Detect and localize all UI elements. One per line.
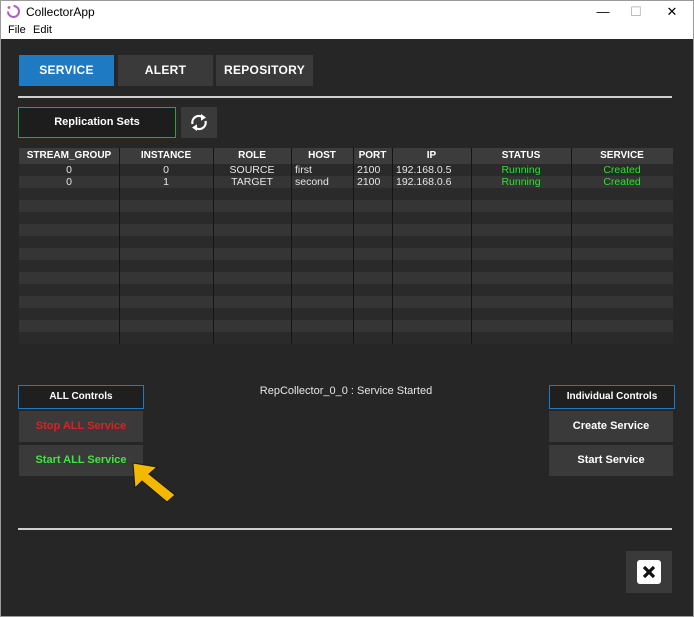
replication-table: STREAM_GROUP INSTANCE ROLE HOST PORT IP STATUS… xyxy=(19,148,673,344)
empty-row[interactable] xyxy=(19,320,673,332)
table-cell: 2100 xyxy=(357,176,381,188)
start-service-button[interactable]: Start Service xyxy=(549,445,673,476)
column-divider xyxy=(291,148,292,344)
table-cell: Running xyxy=(501,176,541,188)
divider-top xyxy=(18,96,672,98)
start-all-service-button[interactable]: Start ALL Service xyxy=(19,445,143,476)
minimize-button[interactable]: — xyxy=(586,3,620,21)
empty-row[interactable] xyxy=(19,248,673,260)
refresh-button[interactable] xyxy=(181,107,217,138)
refresh-icon xyxy=(191,114,207,131)
empty-row[interactable] xyxy=(19,188,673,200)
column-divider xyxy=(392,148,393,344)
table-cell: 192.168.0.5 xyxy=(396,164,452,176)
window-title: CollectorApp xyxy=(26,5,95,19)
table-cell: Running xyxy=(501,164,541,176)
column-divider xyxy=(353,148,354,344)
empty-row[interactable] xyxy=(19,200,673,212)
empty-row[interactable] xyxy=(19,296,673,308)
table-cell: second xyxy=(295,176,329,188)
table-row[interactable]: 0 1 TARGET second 2100 192.168.0.6 Running Crea… xyxy=(19,176,673,188)
column-header[interactable]: STREAM_GROUP xyxy=(19,148,119,164)
table-cell: 1 xyxy=(163,176,169,188)
table-cell: Created xyxy=(603,164,641,176)
empty-row[interactable] xyxy=(19,212,673,224)
menu-bar: File Edit xyxy=(1,23,693,39)
empty-row[interactable] xyxy=(19,236,673,248)
empty-row[interactable] xyxy=(19,260,673,272)
create-service-button[interactable]: Create Service xyxy=(549,411,673,442)
individual-controls-label: Individual Controls xyxy=(549,385,675,409)
column-header[interactable]: PORT xyxy=(353,148,392,164)
title-bar: CollectorApp — ☐ ✕ xyxy=(1,1,693,23)
pointer-arrow-icon xyxy=(132,462,176,503)
table-cell: 0 xyxy=(163,164,169,176)
column-divider xyxy=(571,148,572,344)
table-row[interactable]: 0 0 SOURCE first 2100 192.168.0.5 Running Creat… xyxy=(19,164,673,176)
empty-row[interactable] xyxy=(19,308,673,320)
column-header[interactable]: INSTANCE xyxy=(119,148,213,164)
tab-alert[interactable]: ALERT xyxy=(118,55,213,86)
column-header[interactable]: STATUS xyxy=(471,148,571,164)
column-divider xyxy=(119,148,120,344)
empty-row[interactable] xyxy=(19,272,673,284)
maximize-button[interactable]: ☐ xyxy=(619,3,653,21)
app-window: CollectorApp — ☐ ✕ File Edit SERVICE ALE… xyxy=(0,0,694,617)
column-divider xyxy=(471,148,472,344)
table-cell: 0 xyxy=(66,176,72,188)
column-header[interactable]: SERVICE xyxy=(571,148,673,164)
empty-row[interactable] xyxy=(19,332,673,344)
column-header[interactable]: HOST xyxy=(291,148,353,164)
app-icon xyxy=(7,5,20,18)
empty-row[interactable] xyxy=(19,224,673,236)
close-window-button[interactable]: ✕ xyxy=(655,3,689,21)
table-cell: Created xyxy=(603,176,641,188)
menu-file[interactable]: File xyxy=(8,24,26,36)
table-cell: 0 xyxy=(66,164,72,176)
table-cell: 2100 xyxy=(357,164,381,176)
table-cell: 192.168.0.6 xyxy=(396,176,452,188)
close-icon xyxy=(637,560,661,584)
table-header: STREAM_GROUP INSTANCE ROLE HOST PORT IP STATUS… xyxy=(19,148,673,164)
empty-row[interactable] xyxy=(19,284,673,296)
column-header[interactable]: IP xyxy=(392,148,471,164)
tab-repository[interactable]: REPOSITORY xyxy=(216,55,313,86)
status-message: RepCollector_0_0 : Service Started xyxy=(259,385,433,397)
table-cell: TARGET xyxy=(231,176,273,188)
table-cell: first xyxy=(295,164,312,176)
column-divider xyxy=(213,148,214,344)
tab-service[interactable]: SERVICE xyxy=(19,55,114,86)
close-button[interactable] xyxy=(626,551,672,593)
menu-edit[interactable]: Edit xyxy=(33,24,52,36)
divider-bottom xyxy=(18,528,672,530)
replication-sets-label: Replication Sets xyxy=(18,107,176,138)
table-cell: SOURCE xyxy=(229,164,275,176)
all-controls-label: ALL Controls xyxy=(18,385,144,409)
main-content: SERVICE ALERT REPOSITORY Replication Set… xyxy=(1,39,693,616)
column-header[interactable]: ROLE xyxy=(213,148,291,164)
stop-all-service-button[interactable]: Stop ALL Service xyxy=(19,411,143,442)
